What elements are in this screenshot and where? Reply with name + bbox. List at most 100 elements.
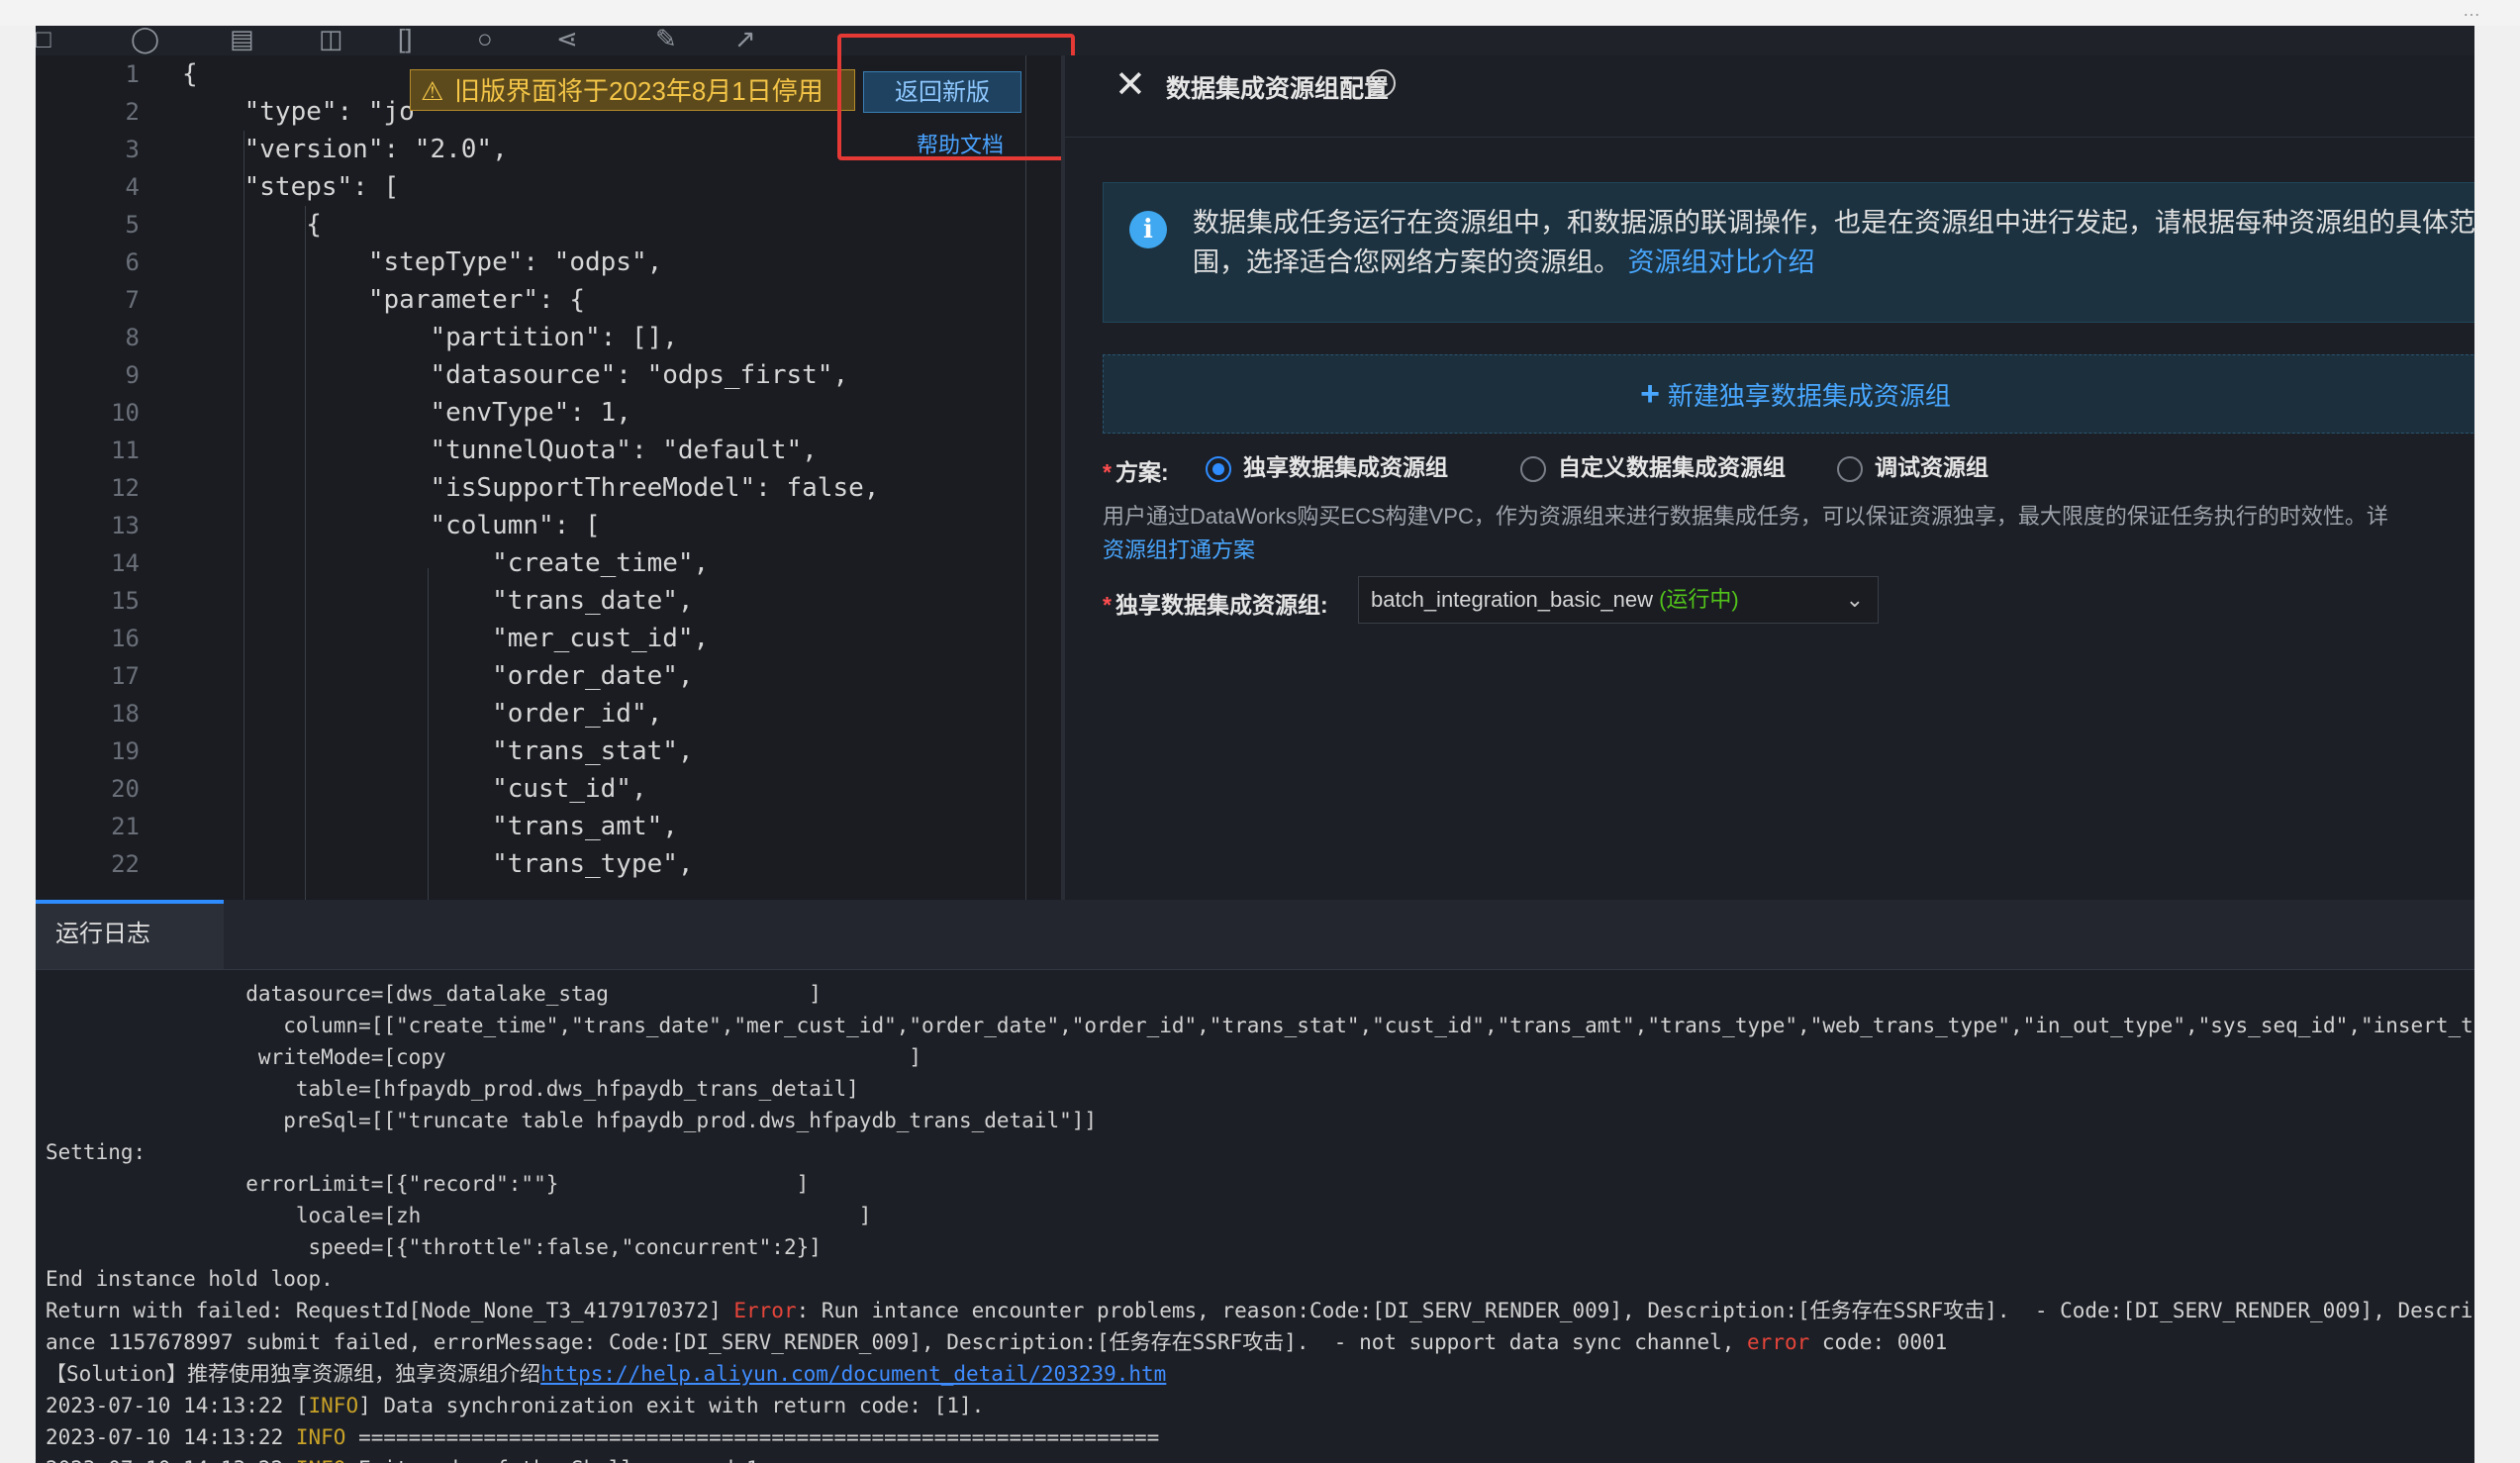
- line-number: 2: [125, 98, 140, 126]
- resource-group-select[interactable]: batch_integration_basic_new (运行中) ⌄: [1358, 576, 1879, 624]
- json-code-editor[interactable]: 1 {2 "type": "jo 3 "version": "2.0", 4 "ste…: [36, 55, 1061, 900]
- radio-exclusive-resource-group[interactable]: 独享数据集成资源组: [1206, 451, 1448, 483]
- new-button-label: 新建独享数据集成资源组: [1667, 381, 1951, 411]
- log-line: locale=[zh ]: [46, 1200, 872, 1231]
- code-line: 7 "parameter": {: [36, 281, 1061, 319]
- log-text: preSql=[["truncate table hfpaydb_prod.dw…: [46, 1109, 1098, 1132]
- edit-icon[interactable]: ✎: [655, 26, 677, 51]
- format-icon[interactable]: ◫: [319, 26, 343, 51]
- resource-label-text: 独享数据集成资源组:: [1115, 592, 1328, 618]
- log-line: errorLimit=[{"record":""} ]: [46, 1168, 809, 1200]
- code-line: 16 "mer_cust_id",: [36, 620, 1061, 657]
- info-text: 数据集成任务运行在资源组中，和数据源的联调操作，也是在资源组中进行发起，请根据每…: [1193, 203, 2474, 282]
- radio-dot[interactable]: [1520, 455, 1546, 482]
- radio-label: 自定义数据集成资源组: [1558, 454, 1786, 480]
- log-line: column=[["create_time","trans_date","mer…: [46, 1010, 2474, 1041]
- info-icon: i: [1129, 211, 1167, 248]
- code-text: "order_id",: [182, 699, 663, 729]
- log-line: ance 1157678997 submit failed, errorMess…: [46, 1326, 1947, 1358]
- run-log-output[interactable]: datasource=[dws_datalake_stag ] column=[…: [36, 970, 2474, 1463]
- log-line: 2023-07-10 14:13:22 INFO Exit code of th…: [46, 1453, 759, 1463]
- radio-dot[interactable]: [1837, 455, 1863, 482]
- radio-dot-checked[interactable]: [1206, 455, 1231, 482]
- close-icon[interactable]: ✕: [1115, 65, 1146, 105]
- info-keyword: INFO: [308, 1394, 359, 1417]
- log-text: writeMode=[copy ]: [46, 1045, 922, 1069]
- code-text: "cust_id",: [182, 774, 647, 804]
- brackets-icon[interactable]: []: [398, 26, 412, 51]
- code-line: 14 "create_time",: [36, 544, 1061, 582]
- code-line: 18 "order_id",: [36, 695, 1061, 732]
- resource-group-network-link[interactable]: 资源组打通方案: [1103, 533, 1255, 564]
- log-text: Exit code of the Shell command 1: [345, 1457, 759, 1463]
- code-text: "type": "jo: [182, 97, 415, 127]
- code-text: "mer_cust_id",: [182, 624, 710, 653]
- log-text: errorLimit=[{"record":""} ]: [46, 1172, 810, 1196]
- code-text: {: [182, 210, 322, 240]
- resource-group-compare-link[interactable]: 资源组对比介绍: [1628, 247, 1815, 277]
- line-number: 3: [125, 136, 140, 163]
- log-line: 2023-07-10 14:13:22 INFO ===============…: [46, 1421, 1159, 1453]
- line-number: 13: [111, 512, 140, 539]
- log-line: 【Solution】推荐使用独享资源组，独享资源组介绍https://help.…: [46, 1358, 1166, 1390]
- stop-icon[interactable]: ○: [477, 26, 493, 51]
- line-number: 8: [125, 324, 140, 351]
- code-line: 6 "stepType": "odps",: [36, 244, 1061, 281]
- error-keyword: error: [1747, 1330, 1810, 1354]
- tab-run-log[interactable]: 运行日志: [36, 900, 224, 969]
- log-text: locale=[zh ]: [46, 1204, 872, 1227]
- log-line: table=[hfpaydb_prod.dws_hfpaydb_trans_de…: [46, 1073, 859, 1105]
- line-number: 14: [111, 549, 140, 577]
- solution-link[interactable]: https://help.aliyun.com/document_detail/…: [540, 1362, 1166, 1386]
- code-line: 8 "partition": [],: [36, 319, 1061, 356]
- code-line: 13 "column": [: [36, 507, 1061, 544]
- log-text: table=[hfpaydb_prod.dws_hfpaydb_trans_de…: [46, 1077, 859, 1101]
- log-text: : Run intance encounter problems, reason…: [796, 1299, 2474, 1322]
- code-text: "parameter": {: [182, 285, 585, 315]
- radio-debug-resource-group[interactable]: 调试资源组: [1837, 451, 1988, 483]
- chevron-down-icon[interactable]: ⌄: [1846, 577, 1864, 623]
- code-text: "envType": 1,: [182, 398, 631, 428]
- code-line: 12 "isSupportThreeModel": false,: [36, 469, 1061, 507]
- line-number: 4: [125, 173, 140, 201]
- log-text: code: 0001: [1809, 1330, 1948, 1354]
- code-text: "trans_amt",: [182, 812, 678, 841]
- resource-group-label: * 独享数据集成资源组:: [1103, 586, 1328, 620]
- log-text: Setting:: [46, 1140, 146, 1164]
- info-keyword: INFO: [296, 1457, 346, 1463]
- code-text: "create_time",: [182, 548, 710, 578]
- log-text: Return with failed: RequestId[Node_None_…: [46, 1299, 734, 1322]
- run-icon[interactable]: ◯: [131, 26, 159, 51]
- radio-custom-resource-group[interactable]: 自定义数据集成资源组: [1520, 451, 1786, 483]
- required-mark: *: [1103, 592, 1112, 618]
- line-number: 19: [111, 737, 140, 765]
- code-line: 11 "tunnelQuota": "default",: [36, 432, 1061, 469]
- radio-label: 调试资源组: [1875, 454, 1988, 480]
- line-number: 18: [111, 700, 140, 728]
- deprecation-banner: ⚠ 旧版界面将于2023年8月1日停用: [410, 69, 855, 111]
- publish-icon[interactable]: ↗: [734, 26, 756, 51]
- help-question-icon[interactable]: ?: [1368, 69, 1396, 97]
- resource-group-panel: ✕ 数据集成资源组配置 ? i 数据集成任务运行在资源组中，和数据源的联调操作，…: [1065, 55, 2474, 900]
- square-icon[interactable]: □: [36, 26, 51, 51]
- code-text: "tunnelQuota": "default",: [182, 436, 818, 465]
- code-text: "trans_date",: [182, 586, 694, 616]
- new-exclusive-resource-group-button[interactable]: + 新建独享数据集成资源组: [1103, 354, 2474, 434]
- code-text: "steps": [: [182, 172, 400, 202]
- code-text: {: [182, 59, 198, 89]
- code-line: 10 "envType": 1,: [36, 394, 1061, 432]
- line-number: 9: [125, 361, 140, 389]
- line-number: 21: [111, 813, 140, 840]
- code-text: "order_date",: [182, 661, 694, 691]
- log-text: column=[["create_time","trans_date","mer…: [46, 1014, 2474, 1037]
- line-number: 11: [111, 437, 140, 464]
- branch-icon[interactable]: ⋖: [556, 26, 578, 51]
- log-line: Setting:: [46, 1136, 145, 1168]
- info-alert: i 数据集成任务运行在资源组中，和数据源的联调操作，也是在资源组中进行发起，请根…: [1103, 182, 2474, 323]
- save-icon[interactable]: ▤: [230, 26, 254, 51]
- app-window: □ ◯ ▤ ◫ [] ○ ⋖ ✎ ↗ 1 {2 "type": "jo 3 "ver…: [36, 26, 2474, 1463]
- info-message: 数据集成任务运行在资源组中，和数据源的联调操作，也是在资源组中进行发起，请根据每…: [1193, 208, 2474, 277]
- log-text: 2023-07-10 14:13:22: [46, 1425, 296, 1449]
- log-line: 2023-07-10 14:13:22 [INFO] Data synchron…: [46, 1390, 984, 1421]
- log-line: writeMode=[copy ]: [46, 1041, 921, 1073]
